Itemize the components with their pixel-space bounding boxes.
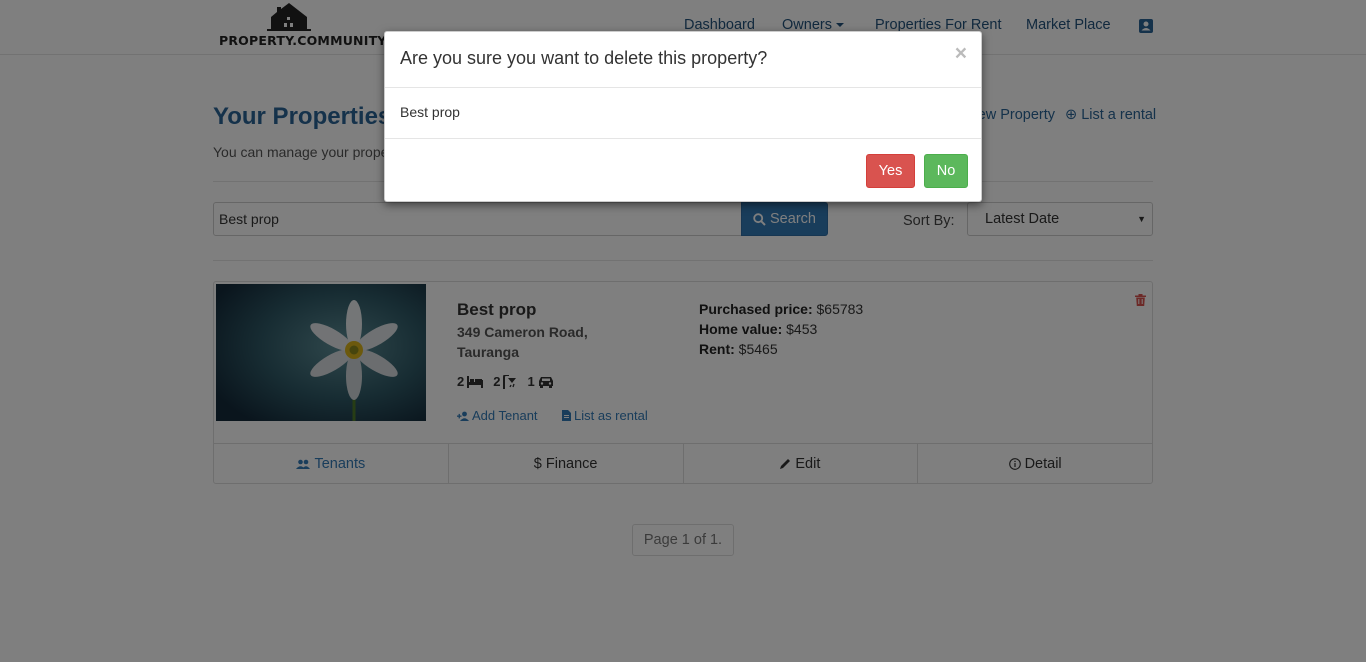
no-button[interactable]: No [924,154,968,188]
modal-body: Best prop [400,104,460,120]
yes-button[interactable]: Yes [866,154,915,188]
close-icon[interactable]: × [955,43,967,64]
delete-confirm-modal: Are you sure you want to delete this pro… [384,31,982,202]
modal-divider [385,138,981,139]
modal-divider [385,87,981,88]
modal-title: Are you sure you want to delete this pro… [400,48,768,68]
